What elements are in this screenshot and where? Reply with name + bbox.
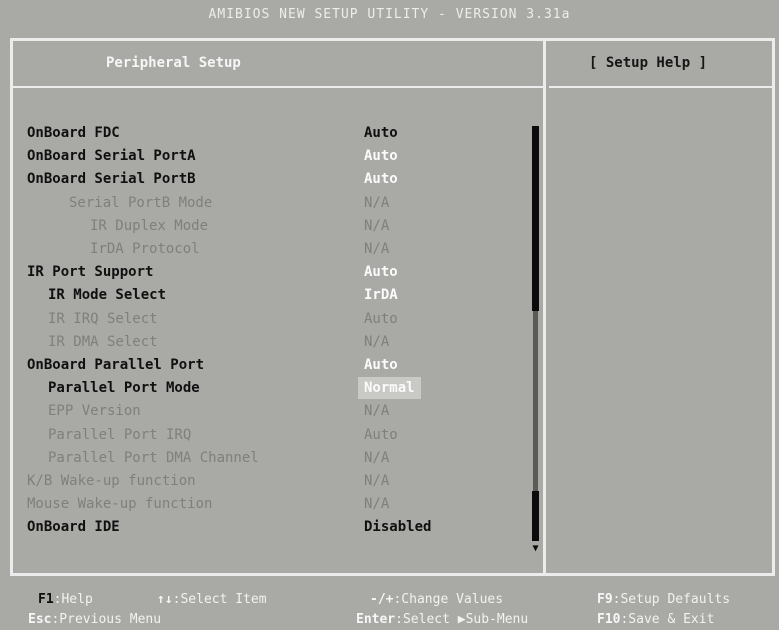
setting-row[interactable]: Parallel Port IRQ Auto (0, 424, 525, 446)
panel-divider (543, 41, 546, 573)
legend-enter: Enter:Select ▶Sub-Menu (356, 610, 528, 630)
setting-label: OnBoard IDE (27, 519, 120, 536)
key-esc: Esc (28, 612, 52, 627)
setting-label: OnBoard Parallel Port (27, 357, 205, 373)
section-header: Peripheral Setup (13, 41, 543, 88)
setting-row[interactable]: OnBoard Serial PortB Auto (0, 168, 525, 190)
legend-prev-text: :Previous Menu (51, 612, 162, 627)
key-f10: F10 (597, 612, 621, 627)
setting-row[interactable]: Parallel Port Mode Normal (0, 377, 525, 400)
setting-label: Serial PortB Mode (69, 194, 213, 211)
setting-value[interactable]: IrDA (364, 284, 398, 306)
setting-label: IR Duplex Mode (90, 217, 209, 234)
legend-change-text: :Change Values (393, 592, 504, 607)
setting-label: IR IRQ Select (48, 310, 158, 327)
setting-value[interactable]: N/A (364, 238, 389, 260)
scrollbar-track[interactable] (533, 311, 538, 491)
key-arrows: ↑↓ (157, 592, 173, 607)
setting-row[interactable]: OnBoard Parallel Port Auto (0, 354, 525, 376)
setting-row[interactable]: IR DMA Select N/A (0, 331, 525, 353)
setting-value[interactable]: Auto (364, 308, 398, 330)
legend-help: F1:Help (38, 590, 93, 610)
scroll-down-arrow-icon[interactable]: ▼ (529, 544, 542, 554)
setting-value[interactable]: Auto (364, 145, 398, 167)
legend-defaults-text: :Setup Defaults (612, 592, 731, 607)
scrollbar-thumb[interactable] (532, 126, 539, 311)
key-f1: F1 (38, 592, 54, 607)
setting-row[interactable]: EPP Version N/A (0, 400, 525, 422)
setting-value[interactable]: N/A (364, 493, 389, 515)
legend-save-text: :Save & Exit (620, 612, 715, 627)
setting-value[interactable]: Normal (358, 377, 421, 400)
setting-label: IR DMA Select (48, 333, 158, 350)
key-f9: F9 (597, 592, 613, 607)
setting-label: OnBoard Serial PortA (27, 148, 196, 165)
setting-value[interactable]: Auto (364, 122, 398, 144)
key-legend: F1:Help ↑↓:Select Item -/+:Change Values… (0, 578, 779, 630)
setting-label: Mouse Wake-up function (27, 496, 213, 513)
legend-enter-text: :Select ▶Sub-Menu (395, 612, 529, 627)
key-enter: Enter (356, 612, 396, 627)
setting-value[interactable]: N/A (364, 215, 389, 237)
setting-row[interactable]: IrDA Protocol N/A (0, 238, 525, 260)
setting-row[interactable]: Serial PortB Mode N/A (0, 192, 525, 214)
setting-label: Parallel Port IRQ (48, 426, 192, 443)
setting-value[interactable]: N/A (364, 447, 389, 469)
help-header: [ Setup Help ] (549, 41, 772, 88)
setting-row[interactable]: IR IRQ Select Auto (0, 308, 525, 330)
setting-row[interactable]: OnBoard IDE Disabled (0, 516, 525, 538)
setting-row[interactable]: IR Port Support Auto (0, 261, 525, 283)
setting-value[interactable]: Disabled (364, 516, 431, 538)
setting-value[interactable]: Auto (364, 168, 398, 190)
setting-label: Parallel Port DMA Channel (48, 449, 259, 466)
legend-defaults: F9:Setup Defaults (597, 590, 730, 610)
setting-value[interactable]: Auto (364, 354, 398, 376)
setting-value[interactable]: N/A (364, 400, 389, 422)
setting-label: OnBoard Serial PortB (27, 171, 196, 188)
setting-row[interactable]: OnBoard Serial PortA Auto (0, 145, 525, 167)
legend-select-text: :Select Item (172, 592, 267, 607)
setting-label: IR Mode Select (48, 287, 167, 304)
scrollbar-lower[interactable] (532, 491, 539, 541)
setting-label: OnBoard FDC (27, 125, 120, 141)
setting-value[interactable]: N/A (364, 331, 389, 353)
key-plus-minus: -/+ (370, 592, 394, 607)
legend-prev: Esc:Previous Menu (28, 610, 161, 630)
legend-help-text: :Help (53, 592, 93, 607)
setting-row[interactable]: Parallel Port DMA Channel N/A (0, 447, 525, 469)
setting-row[interactable]: K/B Wake-up function N/A (0, 470, 525, 492)
setting-label: IrDA Protocol (90, 241, 200, 257)
setting-label: Parallel Port Mode (48, 380, 200, 397)
setting-value[interactable]: N/A (364, 192, 389, 214)
setting-label: IR Port Support (27, 264, 154, 281)
setting-row[interactable]: IR Duplex Mode N/A (0, 215, 525, 237)
setting-label: EPP Version (48, 403, 141, 420)
window-title: AMIBIOS NEW SETUP UTILITY - VERSION 3.31… (208, 7, 571, 22)
setting-value[interactable]: Auto (364, 261, 398, 283)
legend-change: -/+:Change Values (370, 590, 503, 610)
setting-value[interactable]: Auto (364, 424, 398, 446)
help-title: [ Setup Help ] (589, 55, 708, 71)
setting-row[interactable]: OnBoard FDC Auto (0, 122, 525, 144)
legend-save: F10:Save & Exit (597, 610, 714, 630)
section-title: Peripheral Setup (106, 55, 241, 71)
setting-row[interactable]: IR Mode Select IrDA (0, 284, 525, 306)
setting-value[interactable]: N/A (364, 470, 389, 492)
legend-select: ↑↓:Select Item (157, 590, 267, 610)
setting-row[interactable]: Mouse Wake-up function N/A (0, 493, 525, 515)
setting-label: K/B Wake-up function (27, 473, 196, 489)
